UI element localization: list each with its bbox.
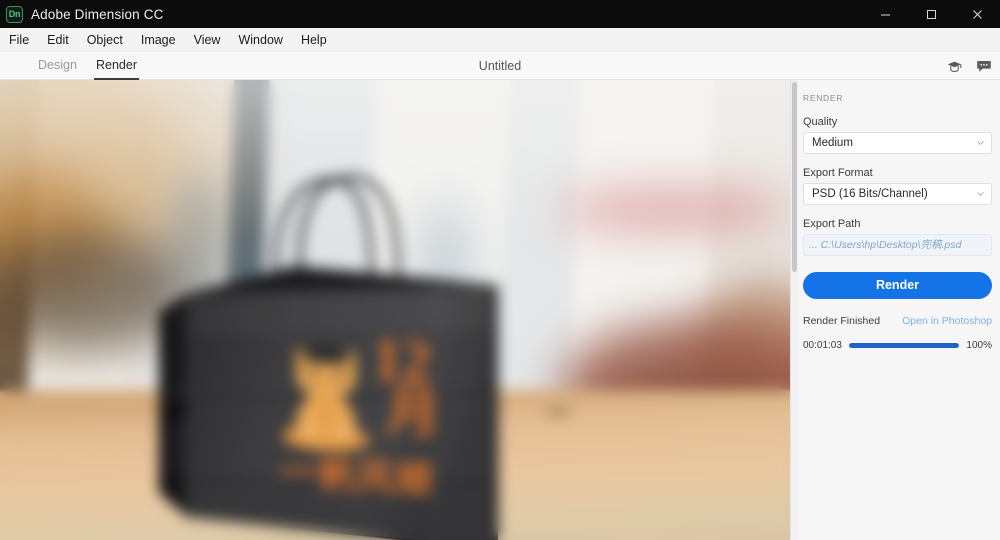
meditating-cat-illustration [282, 344, 370, 452]
tab-render[interactable]: Render [88, 52, 145, 80]
progress-percent-label: 100% [966, 340, 992, 351]
menu-item-window[interactable]: Window [229, 28, 291, 52]
elapsed-time: 00:01:03 [803, 340, 842, 351]
export-path-label: Export Path [803, 218, 861, 230]
render-status-row: Render Finished Open in Photoshop [803, 315, 992, 327]
render-progress-row: 00:01:03 100% [803, 340, 992, 351]
export-format-label: Export Format [803, 167, 873, 179]
close-button[interactable] [954, 0, 1000, 28]
panel-scrollbar[interactable] [791, 80, 798, 540]
export-path-field[interactable]: ... C:\Users\hp\Desktop\完稿.psd [803, 234, 992, 256]
progress-bar-fill [848, 343, 960, 348]
graduation-cap-icon[interactable] [947, 60, 962, 73]
panel-section-title: Render [803, 93, 844, 103]
minimize-button[interactable] [862, 0, 908, 28]
export-format-value: PSD (16 Bits/Channel) [812, 188, 928, 200]
app-logo-icon: Dn [6, 5, 23, 23]
app-title: Adobe Dimension CC [31, 6, 164, 22]
panel-scrollbar-thumb[interactable] [792, 82, 797, 272]
artwork-number: 12 [372, 325, 430, 396]
tab-bar: Design Render Untitled [0, 52, 1000, 80]
menu-item-object[interactable]: Object [78, 28, 132, 52]
export-format-select[interactable]: PSD (16 Bits/Channel) [803, 183, 992, 205]
render-status-text: Render Finished [803, 315, 881, 327]
chevron-down-icon [977, 141, 984, 145]
menu-bar: File Edit Object Image View Window Help [0, 28, 1000, 52]
menu-item-image[interactable]: Image [132, 28, 185, 52]
window-controls [862, 0, 1000, 28]
bag-printed-artwork: 12 月 一帆风顺 [268, 325, 478, 537]
quality-value: Medium [812, 137, 853, 149]
title-bar: Dn Adobe Dimension CC [0, 0, 1000, 28]
render-settings-panel: Render Quality Medium Export Format PSD … [790, 80, 1000, 540]
artwork-phrase: 一帆风顺 [279, 452, 435, 503]
render-button[interactable]: Render [803, 272, 992, 299]
chevron-down-icon [977, 192, 984, 196]
dimension-app-window: Dn Adobe Dimension CC File Edit Object I… [0, 0, 1000, 540]
feedback-bubble-icon[interactable] [976, 60, 992, 73]
tab-bar-icons [947, 52, 992, 80]
quality-select[interactable]: Medium [803, 132, 992, 154]
menu-item-file[interactable]: File [0, 28, 38, 52]
open-in-photoshop-link[interactable]: Open in Photoshop [902, 315, 992, 327]
menu-item-view[interactable]: View [185, 28, 230, 52]
tab-design[interactable]: Design [30, 52, 85, 80]
progress-bar [848, 343, 960, 348]
menu-item-help[interactable]: Help [292, 28, 336, 52]
maximize-button[interactable] [908, 0, 954, 28]
quality-label: Quality [803, 116, 838, 128]
document-title: Untitled [478, 59, 522, 73]
menu-item-edit[interactable]: Edit [38, 28, 78, 52]
render-viewport[interactable]: 12 月 一帆风顺 [0, 80, 790, 540]
artwork-month-character: 月 [386, 381, 440, 445]
